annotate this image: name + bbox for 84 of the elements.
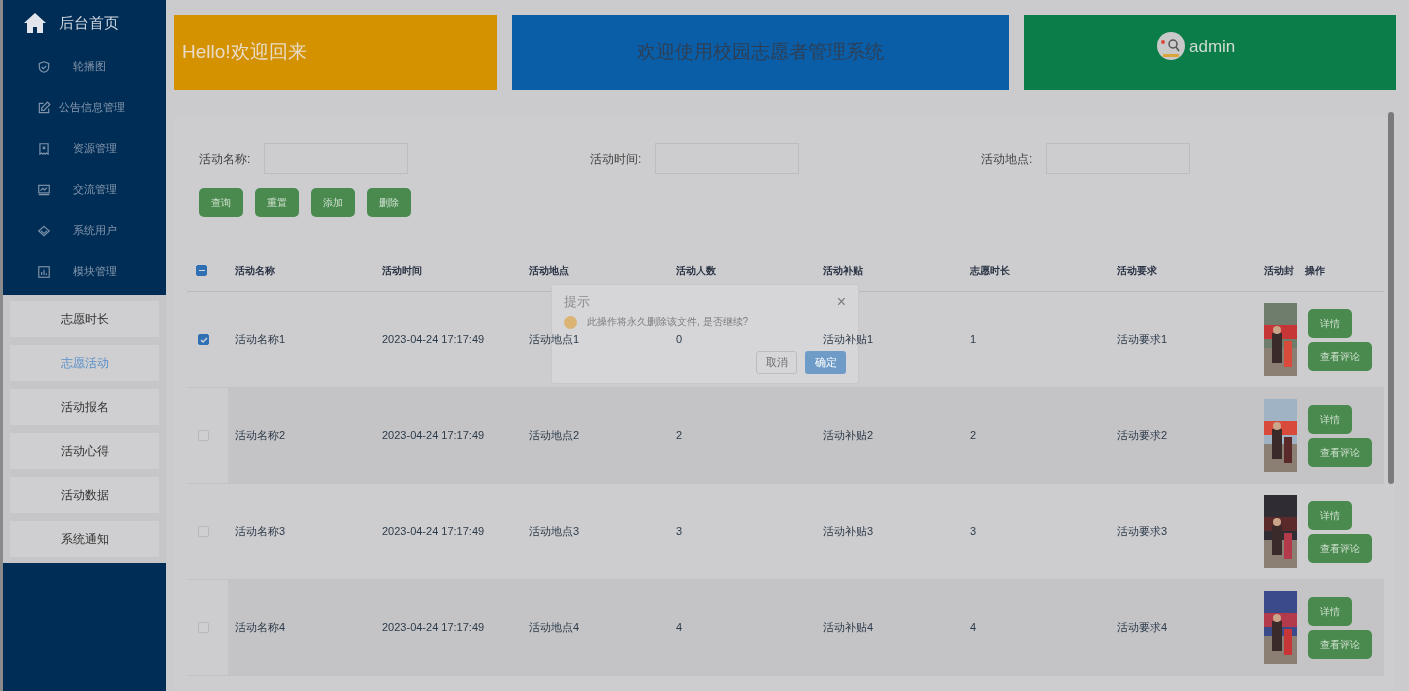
checkbox[interactable] xyxy=(198,334,209,345)
table-cell-text: 4 xyxy=(970,620,977,636)
avatar-icon xyxy=(1157,32,1185,60)
filter-label: 活动地点: xyxy=(981,150,1033,168)
table-cell-text: 活动要求1 xyxy=(1117,332,1168,348)
column-header: 志愿时长 xyxy=(969,264,1011,278)
edit-icon xyxy=(37,100,51,115)
table-cell-text: 2023-04-24 17:17:49 xyxy=(382,620,485,636)
submenu-item[interactable]: 活动报名 xyxy=(10,389,159,425)
column-header: 操作 xyxy=(1304,264,1326,278)
details-button[interactable]: 详情 xyxy=(1308,308,1352,338)
dialog-message: 此操作将永久删除该文件, 是否继续? xyxy=(587,316,749,328)
table-cell-text: 活动要求4 xyxy=(1117,620,1168,636)
table-cell-text: 1 xyxy=(970,332,977,348)
menu-item[interactable]: 交流管理 xyxy=(3,169,166,210)
cancel-button[interactable]: 取消 xyxy=(756,350,797,374)
submenu-item[interactable]: 志愿时长 xyxy=(10,301,159,337)
monitor-icon xyxy=(37,182,51,197)
confirm-button[interactable]: 确定 xyxy=(805,350,846,374)
column-header: 活动名称 xyxy=(234,264,276,278)
submenu-item[interactable]: 活动心得 xyxy=(10,433,159,469)
column-header: 活动时间 xyxy=(381,264,423,278)
table-cell-text: 活动名称4 xyxy=(235,620,286,636)
table-cell-text: 活动地点1 xyxy=(529,332,580,348)
table-cell-text: 0 xyxy=(676,332,683,348)
column-header: 活动封 xyxy=(1263,264,1295,278)
home-link[interactable]: 后台首页 xyxy=(59,11,119,35)
shield-icon xyxy=(37,59,51,74)
submenu-item[interactable]: 系统通知 xyxy=(10,521,159,557)
table-cell-text: 活动名称2 xyxy=(235,428,286,444)
table-cell-text: 3 xyxy=(676,524,683,540)
table-cell-text: 3 xyxy=(970,524,977,540)
comments-button[interactable]: 查看评论 xyxy=(1308,341,1372,371)
title-banner: 欢迎使用校园志愿者管理系统 xyxy=(512,15,1009,90)
menu-item[interactable]: 轮播图 xyxy=(3,46,166,87)
table-cell-text: 活动名称1 xyxy=(235,332,286,348)
warning-icon xyxy=(564,315,577,329)
table-cell-text: 活动地点4 xyxy=(529,620,580,636)
table-cell-text: 活动补贴2 xyxy=(823,428,874,444)
menu-item[interactable]: 模块管理 xyxy=(3,251,166,292)
table-cell-text: 活动补贴1 xyxy=(823,332,874,348)
diamond-icon xyxy=(37,223,51,238)
action-button[interactable]: 添加 xyxy=(311,188,355,217)
ticket-icon xyxy=(37,141,51,156)
details-button[interactable]: 详情 xyxy=(1308,404,1352,434)
table-cell-text: 活动地点2 xyxy=(529,428,580,444)
column-header: 活动补贴 xyxy=(822,264,864,278)
comments-button[interactable]: 查看评论 xyxy=(1308,629,1372,659)
action-button[interactable]: 删除 xyxy=(367,188,411,217)
comments-button[interactable]: 查看评论 xyxy=(1308,437,1372,467)
table-cell-text: 2023-04-24 17:17:49 xyxy=(382,332,485,348)
table-cell-text: 活动名称3 xyxy=(235,524,286,540)
bar-chart-icon xyxy=(37,264,51,279)
table-cell-text: 2023-04-24 17:17:49 xyxy=(382,428,485,444)
user-name[interactable]: admin xyxy=(1189,34,1236,60)
table-cell-text: 活动要求2 xyxy=(1117,428,1168,444)
table-cell-text: 活动补贴4 xyxy=(823,620,874,636)
action-button[interactable]: 查询 xyxy=(199,188,243,217)
submenu-item[interactable]: 志愿活动 xyxy=(10,345,159,381)
column-header: 活动地点 xyxy=(528,264,570,278)
greeting-banner: Hello!欢迎回来 xyxy=(174,15,497,90)
table-cell-text: 活动补贴3 xyxy=(823,524,874,540)
table-cell-text: 2 xyxy=(970,428,977,444)
menu-item[interactable]: 公告信息管理 xyxy=(3,87,166,128)
close-button[interactable]: × xyxy=(836,293,846,310)
checkbox[interactable] xyxy=(196,265,207,276)
table-cell-text: 2023-04-24 17:17:49 xyxy=(382,524,485,540)
home-icon xyxy=(23,12,47,34)
filter-label: 活动名称: xyxy=(199,150,251,168)
column-header: 活动要求 xyxy=(1116,264,1158,278)
menu-item[interactable]: 资源管理 xyxy=(3,128,166,169)
table-cell-text: 4 xyxy=(676,620,683,636)
table-cell-text: 活动地点3 xyxy=(529,524,580,540)
menu-item[interactable]: 系统用户 xyxy=(3,210,166,251)
column-header: 活动人数 xyxy=(675,264,717,278)
details-button[interactable]: 详情 xyxy=(1308,500,1352,530)
comments-button[interactable]: 查看评论 xyxy=(1308,533,1372,563)
table-cell-text: 活动要求3 xyxy=(1117,524,1168,540)
details-button[interactable]: 详情 xyxy=(1308,596,1352,626)
action-button[interactable]: 重置 xyxy=(255,188,299,217)
submenu-item[interactable]: 活动数据 xyxy=(10,477,159,513)
dialog-title: 提示 xyxy=(564,293,590,311)
table-cell-text: 2 xyxy=(676,428,683,444)
filter-label: 活动时间: xyxy=(590,150,642,168)
